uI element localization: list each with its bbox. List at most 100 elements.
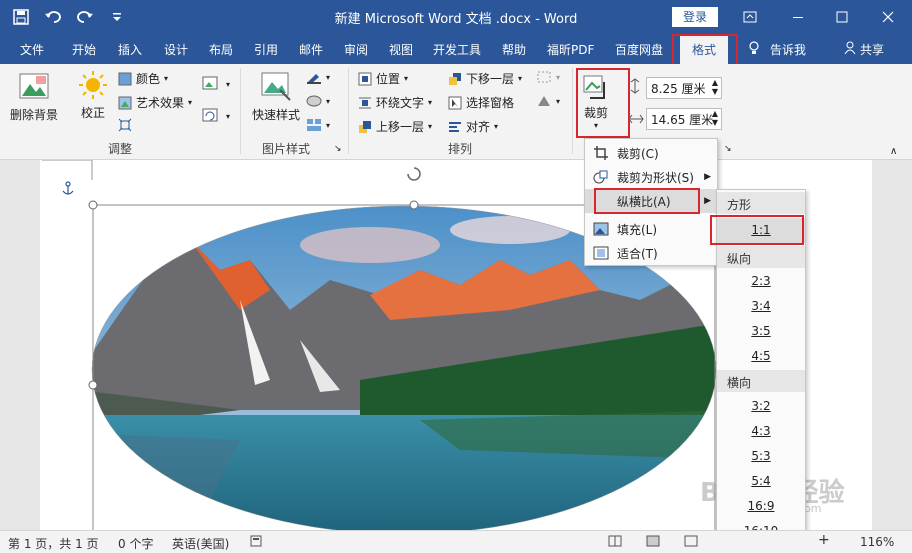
minimize-icon[interactable] xyxy=(774,0,822,34)
reset-picture-icon[interactable]: ▾ xyxy=(202,108,230,124)
picture-style-dialog-launcher[interactable]: ↘ xyxy=(334,144,342,154)
square-heading: 方形 xyxy=(717,192,805,214)
tab-mailings[interactable]: 邮件 xyxy=(299,41,323,58)
arrange-group-label: 排列 xyxy=(448,142,473,156)
menu-item-aspect-ratio[interactable]: 纵横比(A) ▶ xyxy=(585,189,717,213)
tab-home[interactable]: 开始 xyxy=(72,41,96,58)
login-button[interactable]: 登录 xyxy=(672,7,718,27)
ratio-16-9[interactable]: 16:9 xyxy=(717,494,805,519)
page-count[interactable]: 第 1 页，共 1 页 xyxy=(8,535,99,552)
tab-insert[interactable]: 插入 xyxy=(118,41,142,58)
rotate-icon[interactable]: ▾ xyxy=(536,94,560,108)
share-button[interactable]: 共享 xyxy=(844,41,884,58)
height-spinner[interactable]: 8.25 厘米 ▲ ▼ xyxy=(646,77,722,99)
color-button[interactable]: 颜色 ▾ xyxy=(118,70,168,87)
menu-item-fit[interactable]: 适合(T) xyxy=(585,241,717,265)
align-icon xyxy=(449,121,461,132)
tab-developer[interactable]: 开发工具 xyxy=(433,41,481,58)
correct-label: 校正 xyxy=(80,106,105,120)
tab-references[interactable]: 引用 xyxy=(254,41,278,58)
tab-review[interactable]: 审阅 xyxy=(344,41,368,58)
ribbon-display-icon[interactable] xyxy=(726,0,774,34)
close-icon[interactable] xyxy=(864,0,912,34)
portrait-heading: 纵向 xyxy=(717,246,805,268)
macro-icon[interactable] xyxy=(250,535,262,550)
anchor-icon xyxy=(62,181,74,195)
menu-item-crop-to-shape[interactable]: 裁剪为形状(S) ▶ xyxy=(585,165,717,189)
zoom-in-icon[interactable]: + xyxy=(818,532,830,548)
word-count[interactable]: 0 个字 xyxy=(118,535,153,552)
group-objects-icon[interactable]: ▾ xyxy=(536,70,560,84)
user-icon xyxy=(844,41,856,58)
tab-design[interactable]: 设计 xyxy=(164,41,188,58)
crop-dropdown-menu: 裁剪(C) 裁剪为形状(S) ▶ 纵横比(A) ▶ 填充(L) 适合(T) xyxy=(584,138,718,266)
ratio-4-3[interactable]: 4:3 xyxy=(717,419,805,444)
vertical-scrollbar[interactable] xyxy=(872,160,912,530)
ratio-1-1[interactable]: 1:1 xyxy=(717,218,805,243)
print-layout-icon[interactable] xyxy=(646,535,660,550)
position-button[interactable]: 位置 ▾ xyxy=(358,70,408,87)
picture-layout-icon[interactable]: ▾ xyxy=(306,118,330,132)
correct-button[interactable]: 校正 xyxy=(78,70,108,121)
collapse-ribbon-icon[interactable]: ∧ xyxy=(890,146,897,157)
tab-foxit-pdf[interactable]: 福昕PDF xyxy=(547,41,594,58)
tab-view[interactable]: 视图 xyxy=(389,41,413,58)
fill-icon xyxy=(585,222,617,236)
selection-pane-button[interactable]: 选择窗格 xyxy=(448,94,514,111)
maximize-icon[interactable] xyxy=(818,0,866,34)
height-icon xyxy=(628,78,642,94)
rotate-handle-icon[interactable] xyxy=(407,167,421,181)
web-layout-icon[interactable] xyxy=(684,535,698,550)
zoom-level[interactable]: 116% xyxy=(860,535,894,549)
ratio-3-2[interactable]: 3:2 xyxy=(717,394,805,419)
language[interactable]: 英语(美国) xyxy=(172,535,229,552)
resize-handle[interactable] xyxy=(88,380,98,390)
send-backward-icon xyxy=(449,72,461,85)
picture-border-icon[interactable]: ▾ xyxy=(306,70,330,84)
tab-layout[interactable]: 布局 xyxy=(209,41,233,58)
bring-forward-button[interactable]: 上移一层 ▾ xyxy=(358,118,432,135)
shape-icon xyxy=(585,169,617,185)
art-effect-button[interactable]: 艺术效果 ▾ xyxy=(118,94,192,111)
share-label: 共享 xyxy=(860,43,885,57)
bring-forward-label: 上移一层 xyxy=(376,120,425,134)
remove-background-button[interactable]: 删除背景 xyxy=(10,70,58,123)
resize-handle[interactable] xyxy=(409,200,419,210)
change-picture-icon[interactable]: ▾ xyxy=(202,76,230,92)
compress-icon[interactable] xyxy=(118,118,132,132)
ratio-2-3[interactable]: 2:3 xyxy=(717,269,805,294)
quick-style-button[interactable]: 快速样式 xyxy=(252,70,300,123)
align-button[interactable]: 对齐 ▾ xyxy=(448,118,498,135)
crop-dropdown-icon[interactable]: ▾ xyxy=(594,121,598,130)
position-label: 位置 xyxy=(376,72,401,86)
ratio-3-4[interactable]: 3:4 xyxy=(717,294,805,319)
send-backward-button[interactable]: 下移一层 ▾ xyxy=(448,70,522,87)
read-mode-icon[interactable] xyxy=(608,535,622,550)
menu-item-crop[interactable]: 裁剪(C) xyxy=(585,141,717,165)
send-backward-label: 下移一层 xyxy=(466,72,515,86)
tell-me[interactable]: 告诉我 xyxy=(748,41,806,58)
ratio-5-3[interactable]: 5:3 xyxy=(717,444,805,469)
ribbon-separator xyxy=(240,68,241,154)
title-bar: 新建 Microsoft Word 文档 .docx - Word 登录 xyxy=(0,0,912,34)
aspect-ratio-submenu: 方形 1:1 纵向 2:3 3:4 3:5 4:5 横向 3:2 4:3 5:3… xyxy=(716,189,806,545)
width-spinner[interactable]: 14.65 厘米 ▲ ▼ xyxy=(646,108,722,130)
size-dialog-launcher[interactable]: ↘ xyxy=(724,144,732,154)
tab-baidu-netdisk[interactable]: 百度网盘 xyxy=(615,41,663,58)
crop-button[interactable]: 裁剪 ▾ xyxy=(582,74,610,130)
crop-label: 裁剪 xyxy=(583,106,608,120)
sun-icon xyxy=(79,71,107,99)
ribbon-separator xyxy=(348,68,349,154)
margin-mark xyxy=(42,160,93,180)
ribbon-separator xyxy=(572,68,573,154)
tab-format[interactable]: 格式 xyxy=(680,36,729,64)
picture-effects-icon[interactable]: ▾ xyxy=(306,94,330,108)
tab-file[interactable]: 文件 xyxy=(20,41,44,58)
wrap-text-button[interactable]: 环绕文字 ▾ xyxy=(358,94,432,111)
ratio-5-4[interactable]: 5:4 xyxy=(717,469,805,494)
ratio-3-5[interactable]: 3:5 xyxy=(717,319,805,344)
tab-help[interactable]: 帮助 xyxy=(502,41,526,58)
resize-handle[interactable] xyxy=(88,200,98,210)
ratio-4-5[interactable]: 4:5 xyxy=(717,344,805,369)
menu-item-fill[interactable]: 填充(L) xyxy=(585,217,717,241)
